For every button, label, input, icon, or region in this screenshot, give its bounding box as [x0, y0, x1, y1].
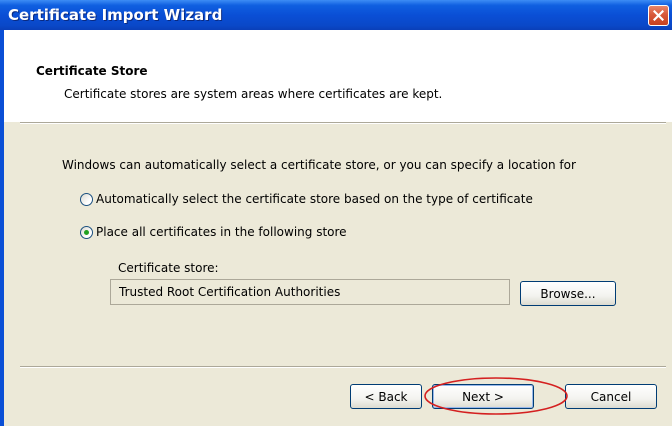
radio-button-unchecked[interactable]	[80, 192, 93, 206]
radio-label-place-in-store[interactable]: Place all certificates in the following …	[96, 225, 347, 239]
intro-text: Windows can automatically select a certi…	[62, 158, 576, 172]
cancel-button[interactable]: Cancel	[565, 384, 657, 409]
browse-button[interactable]: Browse...	[520, 281, 616, 306]
window-title: Certificate Import Wizard	[8, 6, 223, 24]
radio-label-auto-select[interactable]: Automatically select the certificate sto…	[96, 192, 533, 206]
certificate-store-field: Trusted Root Certification Authorities	[110, 279, 510, 305]
page-title: Certificate Store	[36, 64, 148, 78]
header-divider	[20, 122, 666, 124]
close-button[interactable]	[648, 5, 669, 26]
certificate-import-wizard-window: Certificate Import Wizard Certificate St…	[0, 0, 672, 426]
radio-auto-select[interactable]: Automatically select the certificate sto…	[80, 192, 533, 206]
back-button[interactable]: < Back	[350, 384, 422, 409]
radio-place-in-store[interactable]: Place all certificates in the following …	[80, 225, 347, 239]
certificate-store-label: Certificate store:	[118, 261, 219, 275]
radio-button-checked[interactable]	[80, 225, 93, 239]
wizard-header: Certificate Store Certificate stores are…	[4, 30, 672, 122]
close-icon	[653, 10, 664, 21]
next-button[interactable]: Next >	[432, 384, 534, 409]
page-description: Certificate stores are system areas wher…	[64, 87, 443, 101]
footer-divider	[20, 366, 666, 368]
title-bar[interactable]: Certificate Import Wizard	[0, 0, 672, 30]
